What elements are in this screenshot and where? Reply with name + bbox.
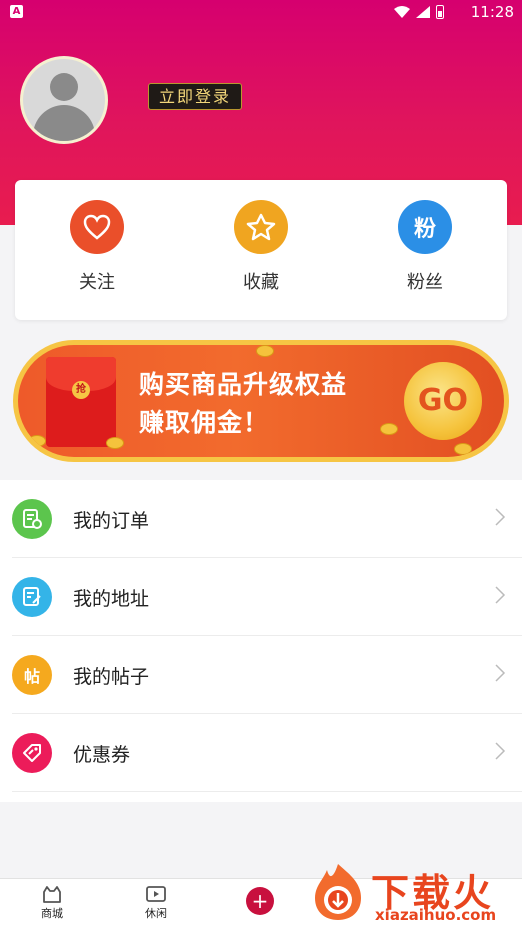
- avatar[interactable]: [20, 56, 108, 144]
- menu-item-posts[interactable]: 帖 我的帖子: [12, 636, 522, 714]
- menu-item-coupons[interactable]: 优惠券: [12, 714, 522, 792]
- tab-leisure[interactable]: 休闲: [126, 883, 186, 921]
- signal-icon: [416, 6, 430, 18]
- stat-fans[interactable]: 粉 粉丝: [375, 200, 475, 294]
- coin-icon: [454, 443, 472, 455]
- red-packet-seal: 抢: [72, 381, 90, 399]
- stat-fans-label: 粉丝: [407, 272, 443, 293]
- stat-favorites-label: 收藏: [243, 272, 279, 293]
- menu-item-label: 优惠券: [73, 744, 131, 766]
- order-icon: [12, 499, 52, 539]
- coupon-tag-icon: [12, 733, 52, 773]
- tab-leisure-label: 休闲: [145, 907, 167, 920]
- tab-add[interactable]: +: [230, 883, 290, 915]
- chevron-right-icon: [495, 586, 506, 604]
- tab-mall[interactable]: 商城: [22, 883, 82, 921]
- coin-icon: [380, 423, 398, 435]
- menu-list: 我的订单 我的地址 帖 我的帖子 优惠券: [0, 480, 522, 802]
- chevron-right-icon: [495, 742, 506, 760]
- menu-item-address[interactable]: 我的地址: [12, 558, 522, 636]
- watermark-url: xiazaihuo.com: [375, 906, 497, 924]
- wifi-icon: [394, 6, 410, 18]
- stat-favorites[interactable]: 收藏: [211, 200, 311, 294]
- login-button[interactable]: 立即登录: [148, 83, 242, 110]
- stat-follow[interactable]: 关注: [47, 200, 147, 294]
- menu-item-label: 我的订单: [73, 510, 150, 532]
- red-packet-icon: 抢: [46, 357, 116, 447]
- coin-icon: [256, 345, 274, 357]
- posts-icon: 帖: [12, 655, 52, 695]
- plus-icon: +: [246, 887, 274, 915]
- menu-item-label: 我的地址: [73, 588, 150, 610]
- coin-icon: [28, 435, 46, 447]
- promo-banner[interactable]: 抢 购买商品升级权益 赚取佣金！ GO: [13, 340, 509, 462]
- video-icon: [126, 883, 186, 905]
- edit-note-icon: [12, 577, 52, 617]
- chevron-right-icon: [495, 508, 506, 526]
- chevron-right-icon: [495, 664, 506, 682]
- go-button[interactable]: GO: [404, 362, 482, 440]
- tab-mall-label: 商城: [41, 907, 63, 920]
- default-avatar-icon: [23, 59, 105, 141]
- fans-icon: 粉: [398, 200, 452, 254]
- battery-icon: [436, 5, 444, 19]
- status-time: 11:28: [470, 3, 514, 21]
- notification-icon: A: [10, 5, 23, 18]
- watermark-logo: 下载火 xiazaihuo.com: [305, 858, 522, 928]
- menu-item-orders[interactable]: 我的订单: [12, 480, 522, 558]
- stat-follow-label: 关注: [79, 272, 115, 293]
- status-bar: A 11:28: [0, 0, 522, 24]
- coin-icon: [106, 437, 124, 449]
- menu-item-label: 我的帖子: [73, 666, 150, 688]
- flame-logo-icon: [315, 864, 361, 920]
- star-icon: [234, 200, 288, 254]
- stats-card: 关注 收藏 粉 粉丝: [15, 180, 507, 320]
- banner-subline: 赚取佣金！: [139, 408, 270, 437]
- heart-icon: [70, 200, 124, 254]
- mall-cat-icon: [22, 883, 82, 905]
- banner-headline: 购买商品升级权益: [139, 370, 348, 399]
